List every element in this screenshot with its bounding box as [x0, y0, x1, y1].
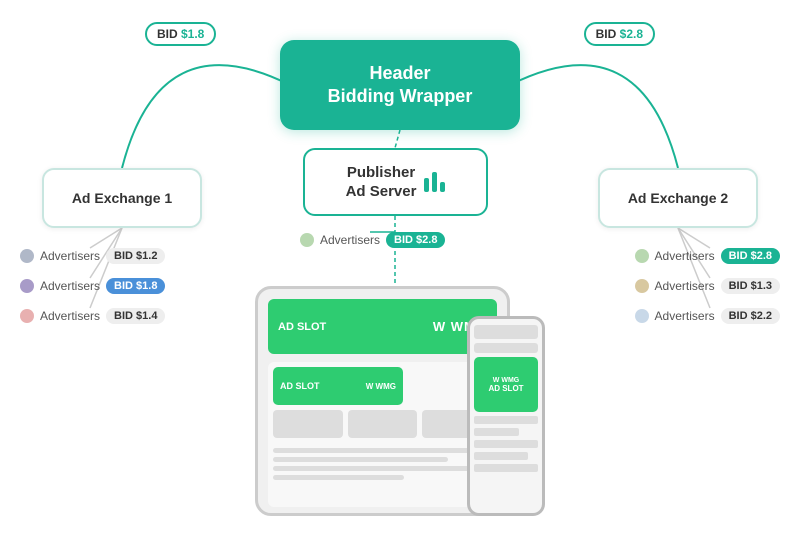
ph-block-1: [273, 410, 343, 438]
phone-wmg: W WMG: [493, 377, 519, 384]
adv-l1-label: Advertisers: [40, 249, 100, 263]
pas-bars: [424, 172, 445, 192]
adv-r2-bid: BID $1.3: [721, 278, 780, 294]
adv-dot-r2: [635, 279, 649, 293]
adv-l3-label: Advertisers: [40, 309, 100, 323]
adv-dot-l1: [20, 249, 34, 263]
adv-right-2: Advertisers BID $1.3: [635, 278, 780, 294]
bid-arc-right: BID $2.8: [584, 22, 655, 46]
ph-line-4: [273, 475, 404, 480]
phone-ph-2: [474, 343, 538, 353]
adv-dot-l3: [20, 309, 34, 323]
adv-r1-bid: BID $2.8: [721, 248, 780, 264]
phone-ph-sm-5: [474, 464, 538, 472]
tablet-inner-ad-label: AD SLOT: [280, 381, 320, 391]
phone-ph-1: [474, 325, 538, 339]
diagram-container: BID $1.8 BID $2.8 HeaderBidding Wrapper …: [0, 0, 800, 546]
adv-c1-label: Advertisers: [320, 233, 380, 247]
tablet-ad-slot-label: AD SLOT: [278, 321, 326, 333]
adv-r1-label: Advertisers: [655, 249, 715, 263]
adv-left-1: Advertisers BID $1.2: [20, 248, 165, 264]
phone-ph-sm-3: [474, 440, 538, 448]
hbw-label: HeaderBidding Wrapper: [328, 62, 473, 109]
adv-r3-bid: BID $2.2: [721, 308, 780, 324]
adv-right-3: Advertisers BID $2.2: [635, 308, 780, 324]
adv-l1-bid: BID $1.2: [106, 248, 165, 264]
bar-3: [440, 182, 445, 192]
bid-arc-left: BID $1.8: [145, 22, 216, 46]
pas-label: PublisherAd Server: [346, 163, 417, 202]
tablet-inner-content: AD SLOT W WMG: [268, 362, 497, 507]
adv-l3-bid: BID $1.4: [106, 308, 165, 324]
phone-ad-label: AD SLOT: [488, 384, 523, 393]
adv-c1-bid: BID $2.8: [386, 232, 445, 248]
tablet-grid: [273, 410, 492, 443]
tablet-inner-wmg: W WMG: [366, 382, 396, 391]
ad-exchange-1-label: Ad Exchange 1: [72, 190, 172, 206]
adv-dot-r3: [635, 309, 649, 323]
adv-l2-bid: BID $1.8: [106, 278, 165, 294]
phone-ph-sm-1: [474, 416, 538, 424]
adv-dot-l2: [20, 279, 34, 293]
phone-ad-slot: W WMG AD SLOT: [474, 357, 538, 412]
adv-r3-label: Advertisers: [655, 309, 715, 323]
adv-left-2: Advertisers BID $1.8: [20, 278, 165, 294]
ph-line-2: [273, 457, 448, 462]
ph-line-3: [273, 466, 470, 471]
bid-arc-left-amount: $1.8: [181, 27, 204, 41]
bar-1: [424, 178, 429, 192]
adv-right-1: Advertisers BID $2.8: [635, 248, 780, 264]
ph-line-1: [273, 448, 492, 453]
adv-center-1: Advertisers BID $2.8: [300, 232, 445, 248]
ad-exchange-2-label: Ad Exchange 2: [628, 190, 728, 206]
adv-r2-label: Advertisers: [655, 279, 715, 293]
tablet-inner-ad: AD SLOT W WMG: [273, 367, 403, 405]
ad-exchange-1-box: Ad Exchange 1: [42, 168, 202, 228]
bar-2: [432, 172, 437, 192]
ph-block-2: [348, 410, 418, 438]
tablet-placeholder-lines: [273, 448, 492, 480]
adv-left-3: Advertisers BID $1.4: [20, 308, 165, 324]
phone-mockup: W WMG AD SLOT: [467, 316, 545, 516]
tablet-ad-slot: AD SLOT W WMG: [268, 299, 497, 354]
bid-arc-right-amount: $2.8: [620, 27, 643, 41]
phone-ph-sm-4: [474, 452, 528, 460]
header-bidding-wrapper-box: HeaderBidding Wrapper: [280, 40, 520, 130]
publisher-ad-server-box: PublisherAd Server: [303, 148, 488, 216]
phone-ph-sm-2: [474, 428, 519, 436]
adv-dot-c1: [300, 233, 314, 247]
device-area: AD SLOT W WMG AD SLOT W WMG: [255, 286, 545, 536]
adv-dot-r1: [635, 249, 649, 263]
adv-l2-label: Advertisers: [40, 279, 100, 293]
ad-exchange-2-box: Ad Exchange 2: [598, 168, 758, 228]
